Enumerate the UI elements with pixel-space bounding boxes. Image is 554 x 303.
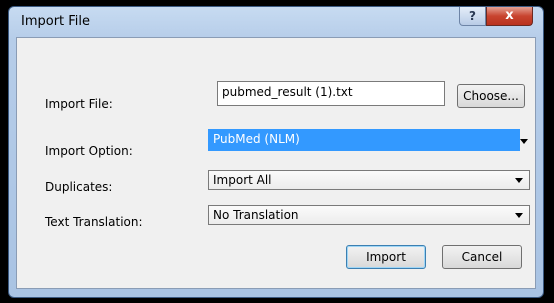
choose-label: Choose...: [463, 89, 519, 103]
import-file-label: Import File:: [45, 97, 113, 111]
text-translation-label: Text Translation:: [45, 215, 143, 229]
title-bar[interactable]: Import File ? x: [9, 7, 543, 37]
dropdown-arrow-icon[interactable]: [515, 213, 523, 218]
help-icon: ?: [469, 9, 476, 23]
text-translation-value: No Translation: [213, 208, 299, 222]
import-option-select[interactable]: PubMed (NLM): [208, 129, 520, 151]
dialog-title: Import File: [21, 14, 91, 29]
duplicates-value: Import All: [213, 173, 272, 187]
duplicates-label: Duplicates:: [45, 180, 113, 194]
import-option-value: PubMed (NLM): [213, 132, 300, 146]
cancel-button[interactable]: Cancel: [442, 245, 522, 269]
dropdown-arrow-icon[interactable]: [520, 139, 528, 144]
import-label: Import: [366, 250, 406, 264]
text-translation-select[interactable]: No Translation: [208, 205, 530, 225]
import-file-field[interactable]: pubmed_result (1).txt: [217, 81, 445, 106]
import-file-dialog: Import File ? x Import File: pubmed_resu…: [8, 6, 544, 298]
import-file-value: pubmed_result (1).txt: [222, 85, 353, 99]
dropdown-arrow-icon[interactable]: [515, 178, 523, 183]
dialog-body: Import File: pubmed_result (1).txt Choos…: [16, 37, 536, 289]
cancel-label: Cancel: [461, 250, 503, 264]
duplicates-select[interactable]: Import All: [208, 170, 530, 190]
choose-button[interactable]: Choose...: [457, 84, 525, 108]
help-button[interactable]: ?: [459, 7, 486, 26]
close-icon: x: [505, 8, 514, 23]
import-option-label: Import Option:: [45, 144, 133, 158]
close-button[interactable]: x: [486, 7, 533, 26]
import-button[interactable]: Import: [346, 245, 426, 269]
